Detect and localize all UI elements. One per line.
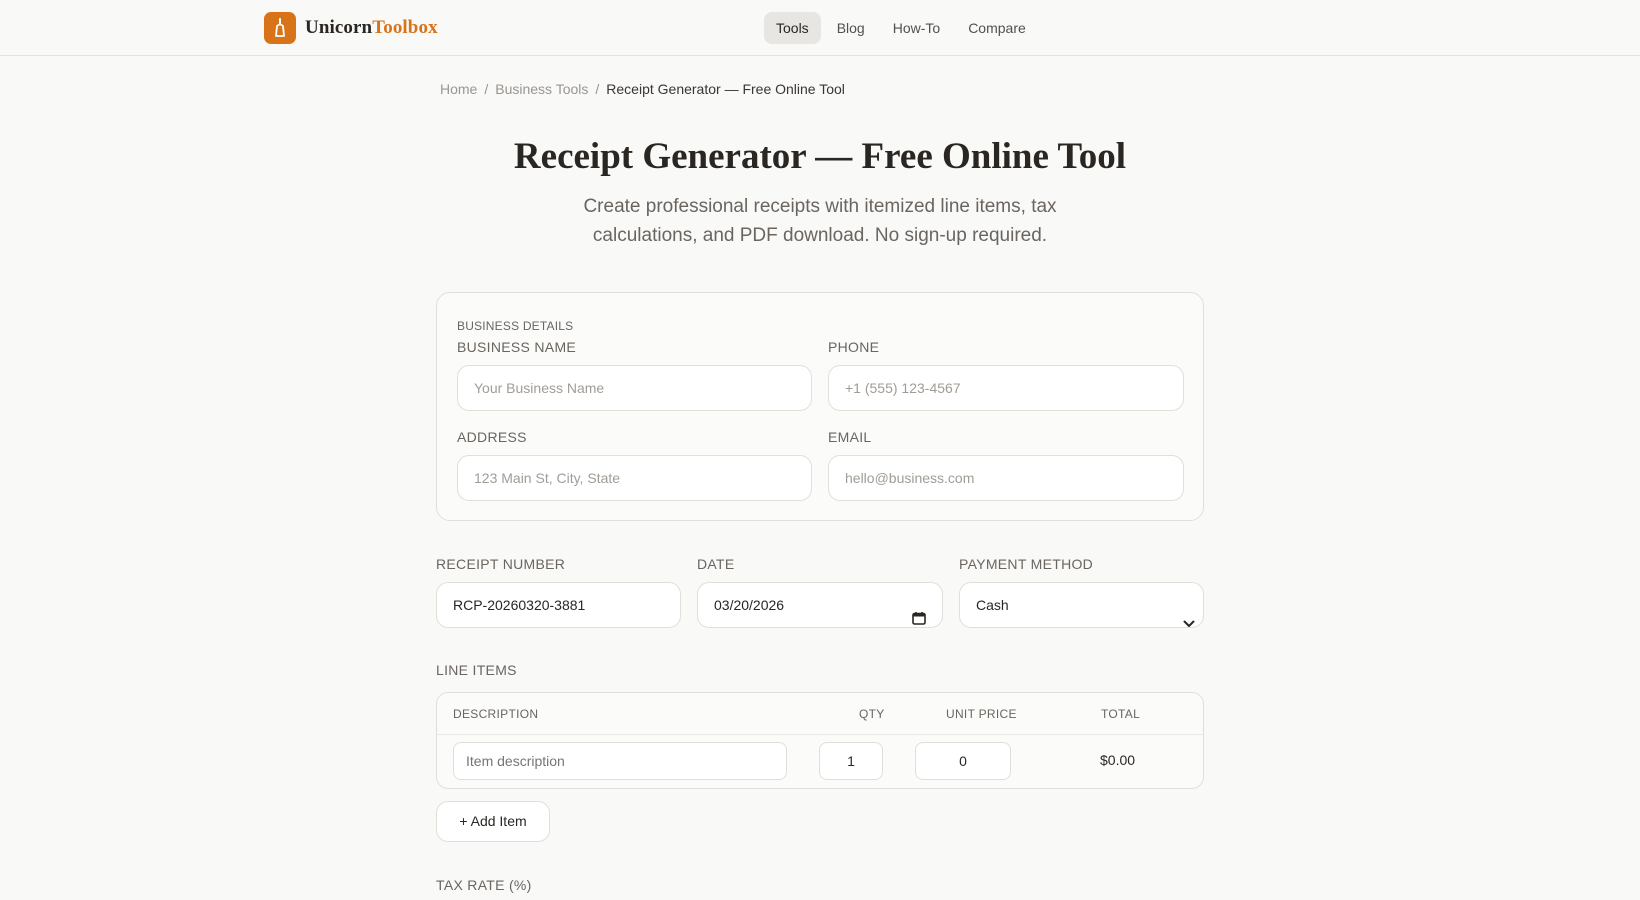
date-input[interactable]: 03/20/2026 (697, 582, 943, 628)
breadcrumb-separator: / (484, 81, 489, 97)
breadcrumb-separator: / (595, 81, 600, 97)
column-unit-price: UNIT PRICE (946, 707, 1017, 721)
top-nav-bar: UnicornToolbox Tools Blog How-To Compare (0, 0, 1640, 56)
logo-icon (264, 12, 296, 44)
page-subtitle: Create professional receipts with itemiz… (583, 196, 1057, 246)
item-qty-input[interactable]: 1 (819, 742, 883, 780)
phone-input[interactable] (828, 365, 1184, 411)
table-header: DESCRIPTION QTY UNIT PRICE TOTAL (437, 693, 1203, 735)
receipt-number-value: RCP-20260320-3881 (453, 597, 586, 613)
column-qty: QTY (859, 707, 885, 721)
email-label: EMAIL (828, 429, 872, 445)
chevron-down-icon (1183, 601, 1195, 645)
item-description-input[interactable] (453, 742, 787, 780)
nav-compare[interactable]: Compare (956, 12, 1038, 44)
business-details-heading: BUSINESS DETAILS (457, 319, 574, 333)
breadcrumb-current: Receipt Generator — Free Online Tool (606, 81, 845, 97)
item-total: $0.00 (1100, 752, 1136, 768)
address-label: ADDRESS (457, 429, 527, 445)
receipt-number-label: RECEIPT NUMBER (436, 556, 566, 572)
date-label: DATE (697, 556, 735, 572)
nav-how-to[interactable]: How-To (881, 12, 952, 44)
email-input[interactable] (828, 455, 1184, 501)
logo[interactable]: UnicornToolbox (264, 12, 438, 44)
add-item-button[interactable]: + Add Item (436, 801, 550, 842)
address-input[interactable] (457, 455, 812, 501)
page-title: Receipt Generator — Free Online Tool (513, 136, 1127, 177)
logo-main: Unicorn (305, 17, 373, 38)
breadcrumb-business-tools[interactable]: Business Tools (495, 81, 588, 97)
item-unit-price-input[interactable]: 0 (915, 742, 1011, 780)
nav-blog[interactable]: Blog (825, 12, 877, 44)
logo-text: UnicornToolbox (305, 17, 438, 39)
phone-label: PHONE (828, 339, 880, 355)
business-details-card: BUSINESS DETAILS BUSINESS NAME PHONE ADD… (436, 292, 1204, 521)
item-qty-value: 1 (847, 753, 855, 769)
receipt-number-input[interactable]: RCP-20260320-3881 (436, 582, 681, 628)
payment-method-label: PAYMENT METHOD (959, 556, 1094, 572)
line-items-label: LINE ITEMS (436, 662, 517, 678)
item-unit-price-value: 0 (959, 753, 967, 769)
payment-method-select[interactable]: Cash (959, 582, 1204, 628)
date-value: 03/20/2026 (714, 597, 785, 613)
logo-accent: Toolbox (372, 17, 438, 38)
business-name-input[interactable] (457, 365, 812, 411)
tax-rate-label: TAX RATE (%) (436, 877, 532, 893)
main-nav: Tools Blog How-To Compare (764, 12, 1042, 44)
column-description: DESCRIPTION (453, 707, 539, 721)
column-total: TOTAL (1101, 707, 1141, 721)
payment-method-value: Cash (976, 597, 1009, 613)
nav-tools[interactable]: Tools (764, 12, 821, 44)
business-name-label: BUSINESS NAME (457, 339, 577, 355)
breadcrumb: Home / Business Tools / Receipt Generato… (440, 81, 845, 97)
breadcrumb-home[interactable]: Home (440, 81, 477, 97)
calendar-icon[interactable] (912, 598, 926, 642)
